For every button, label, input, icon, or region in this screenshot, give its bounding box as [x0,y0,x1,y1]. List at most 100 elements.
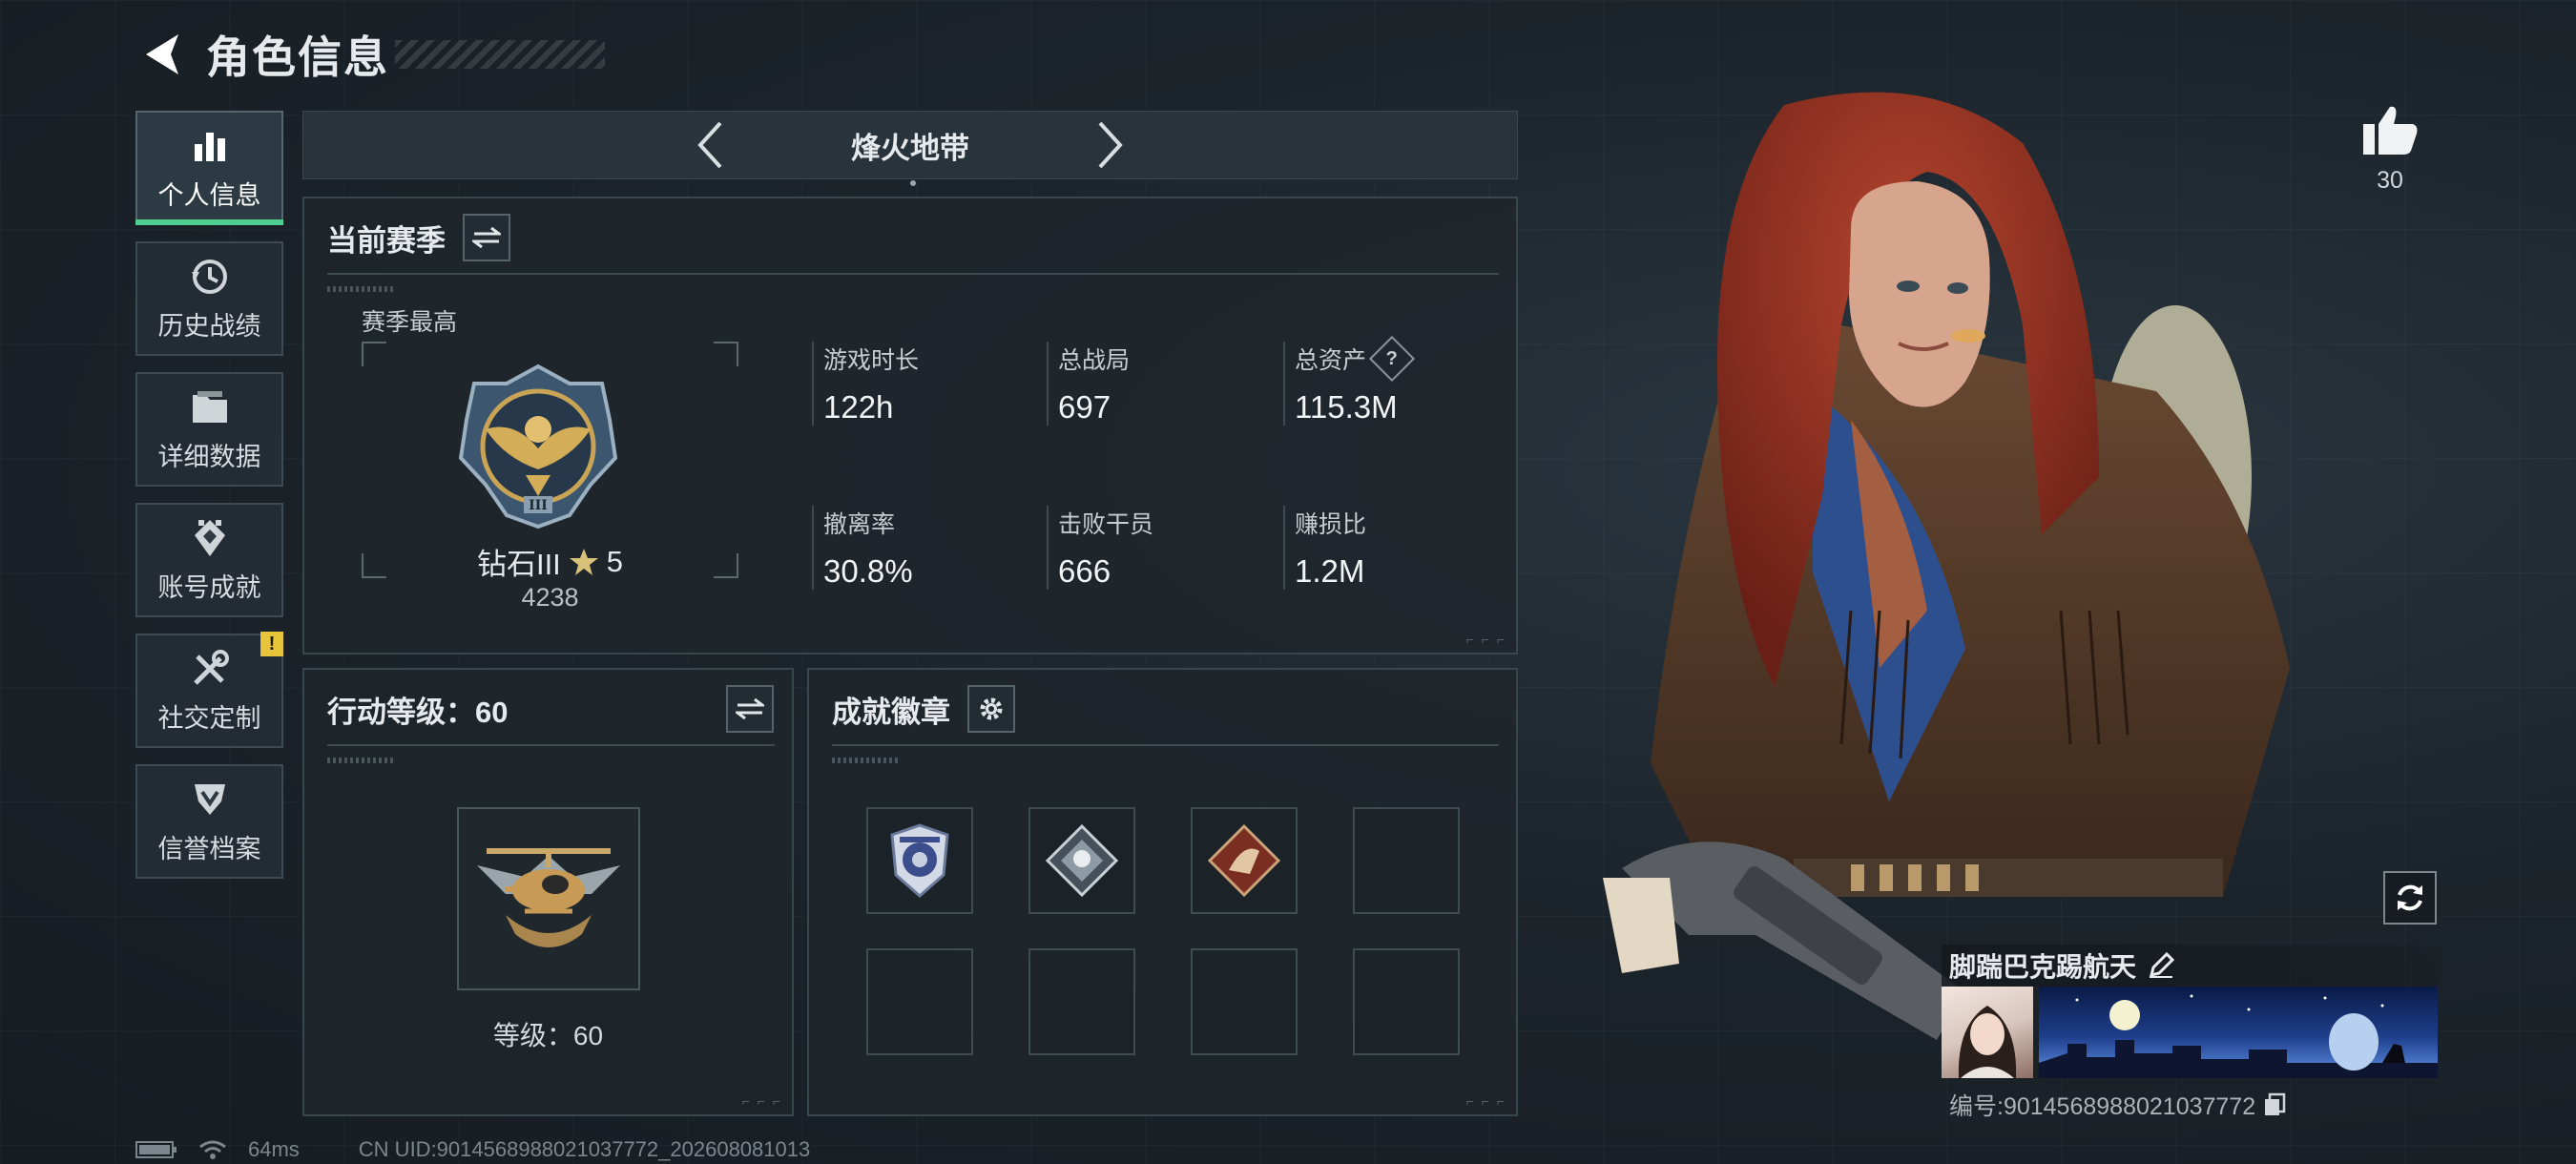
decoration-tag [327,286,394,292]
level-text: 等级：60 [492,1021,604,1050]
stat-value: 115.3M [1295,389,1398,425]
badge-slot-empty[interactable] [1353,807,1460,914]
level-title: 行动等级：60 [327,695,509,729]
page-header: 角色信息 [134,21,605,88]
stat-profit-loss: 赚损比 1.2M [1283,506,1366,590]
profile-images [1942,987,2438,1078]
sidebar-item-label: 社交定制 [157,703,261,733]
map-name: 烽火地带 [851,131,969,165]
profile-card: 脚踹巴克踢航天 编号:9014568988021037772 [1942,945,2438,1122]
rank-score: 4238 [521,583,579,612]
alert-badge: ! [260,632,283,656]
season-switch-button[interactable] [463,214,510,261]
sidebar-item-credit-record[interactable]: 信誉档案 [135,764,283,879]
history-icon [189,256,231,298]
panel-divider [327,744,775,746]
sidebar-item-label: 详细数据 [157,442,261,471]
refresh-icon [2398,884,2422,911]
stat-value: 1.2M [1295,553,1365,589]
badge-slot-empty[interactable] [866,948,973,1055]
stat-play-time: 游戏时长 122h [812,342,919,426]
badge-slot[interactable] [1191,807,1298,914]
ping-value: 64ms [248,1137,300,1161]
edit-icon[interactable] [2148,952,2175,979]
corner-decoration: ⌐ ⌐ ⌐ [1465,1093,1506,1109]
sidebar-item-label: 账号成就 [157,572,261,602]
badge-slot-empty[interactable] [1353,948,1460,1055]
page-indicator [910,180,916,186]
shield-icon [189,779,231,821]
copy-icon[interactable] [2263,1092,2286,1117]
panel-divider [327,273,1499,275]
panel-divider [832,744,1499,746]
achievement-icon [189,517,231,559]
map-next-button[interactable] [1082,116,1139,174]
sidebar-item-personal-info[interactable]: 个人信息 [135,111,283,225]
corner-decoration: ⌐ ⌐ ⌐ [741,1093,782,1109]
map-selector: 烽火地带 [302,111,1518,186]
status-bar: 64ms CN UID:9014568988021037772_20260808… [135,1137,810,1162]
svg-text:III: III [529,498,548,513]
badges-settings-button[interactable] [967,685,1015,733]
badge-slot-empty[interactable] [1191,948,1298,1055]
bar-chart-icon [189,125,231,167]
stat-value: 122h [823,389,894,425]
sidebar-item-label: 信誉档案 [157,834,261,863]
stat-label: 总战局 [1058,347,1131,374]
season-best-label: 赛季最高 [362,309,458,336]
sidebar-item-achievements[interactable]: 账号成就 [135,503,283,617]
sidebar-item-social-custom[interactable]: ! 社交定制 [135,632,283,748]
stat-label: 击败干员 [1058,511,1154,538]
stat-label: 撤离率 [823,511,896,538]
sidebar-item-label: 个人信息 [157,180,261,210]
rank-emblem-icon: III [457,363,619,530]
profile-banner[interactable] [2039,987,2438,1078]
badge-slot[interactable] [866,807,973,914]
swap-icon [736,697,764,720]
thumbs-up-icon [2363,106,2418,155]
gear-icon [980,697,1003,720]
stat-extract-rate: 撤离率 30.8% [812,506,913,590]
badges-title: 成就徽章 [832,695,950,729]
sidebar-item-label: 历史战绩 [157,311,261,341]
player-uid: 编号:9014568988021037772 [1949,1093,2256,1120]
badges-panel: 成就徽章 ⌐ ⌐ ⌐ [807,668,1518,1116]
page-title: 角色信息 [206,32,389,82]
corner-decoration: ⌐ ⌐ ⌐ [1465,632,1506,647]
folder-icon [189,386,231,428]
chevron-left-icon [697,121,722,169]
title-decoration [395,40,605,69]
rank-name: 钻石III [476,548,561,581]
avatar[interactable] [1942,987,2033,1078]
star-icon [569,548,598,575]
stat-value: 697 [1058,389,1111,425]
badge-slot-empty[interactable] [1028,948,1135,1055]
battery-icon [135,1141,177,1158]
level-emblem [457,807,640,990]
police-badge-icon [890,823,949,898]
decoration-tag [832,758,899,763]
player-name: 脚踹巴克踢航天 [1949,952,2137,982]
badge-slot[interactable] [1028,807,1135,914]
chevron-right-icon [1098,121,1123,169]
season-panel: 当前赛季 赛季最高 III 钻石III 5 4238 游戏时长 122h 总战局… [302,197,1518,655]
back-button[interactable] [134,26,191,83]
like-button[interactable]: 30 [2357,103,2423,195]
like-count: 30 [2377,167,2403,194]
stat-label: 赚损比 [1295,511,1367,538]
level-switch-button[interactable] [726,685,774,733]
sidebar-item-history[interactable]: 历史战绩 [135,241,283,356]
back-arrow-icon [146,34,178,74]
map-prev-button[interactable] [681,116,738,174]
wifi-icon [199,1140,226,1159]
refresh-button[interactable] [2383,871,2437,925]
stat-value: 30.8% [823,553,913,589]
rank-stars: 5 [606,544,624,578]
stat-label: 总资产 ? [1295,335,1416,383]
sidebar-item-detail-data[interactable]: 详细数据 [135,372,283,487]
decoration-tag [327,758,394,763]
season-title: 当前赛季 [327,223,446,258]
stat-total-matches: 总战局 697 [1047,342,1130,426]
help-icon[interactable]: ? [1368,335,1416,383]
swap-icon [472,226,501,249]
